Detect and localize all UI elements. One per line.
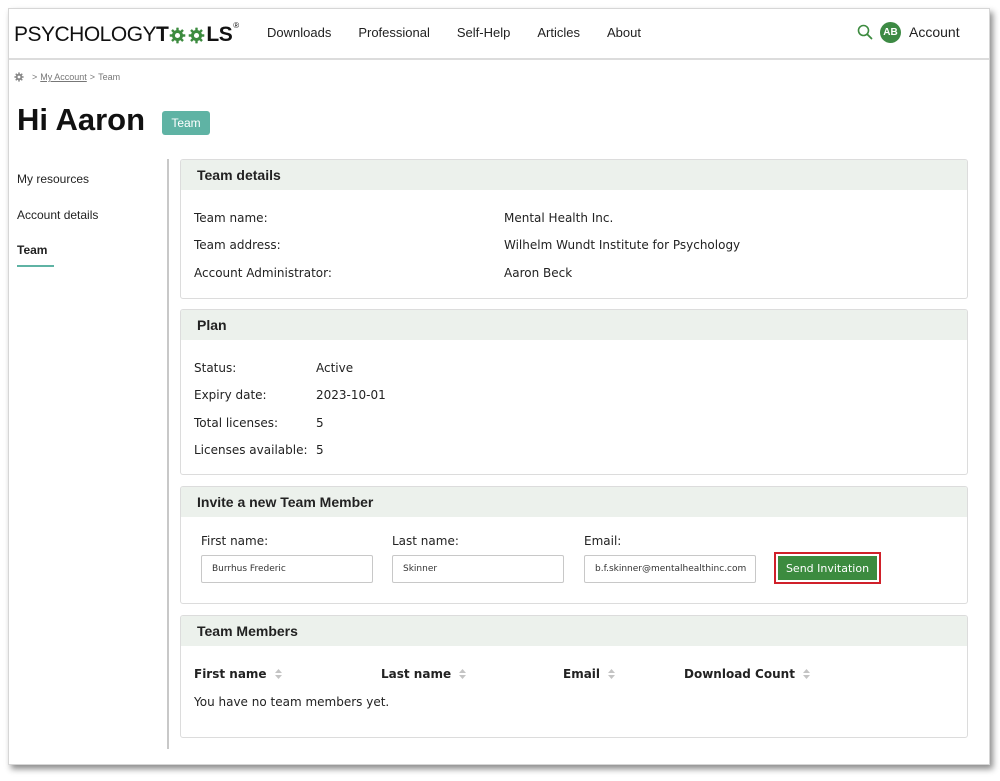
logo-gear-icon: [170, 27, 186, 43]
email-label: Email:: [584, 534, 622, 548]
plan-expiry-label: Expiry date:: [194, 388, 267, 402]
column-header-label: Download Count: [684, 667, 795, 681]
sort-icon[interactable]: [459, 669, 467, 679]
email-input[interactable]: [584, 555, 756, 583]
team-details-heading: Team details: [181, 160, 967, 190]
sidebar-divider: [167, 159, 169, 749]
send-invitation-highlight: Send Invitation: [774, 552, 881, 584]
breadcrumb-current: Team: [98, 72, 121, 82]
send-invitation-button[interactable]: Send Invitation: [778, 556, 877, 580]
main-nav: Downloads Professional Self-Help Article…: [267, 25, 668, 40]
column-header-last-name[interactable]: Last name: [381, 667, 467, 681]
logo-letter-t: T: [156, 23, 169, 46]
team-badge: Team: [162, 111, 210, 135]
browser-frame: PSYCHOLOGY T LS ® Downloads Professional…: [8, 8, 990, 765]
page-title: Hi Aaron: [17, 102, 146, 137]
last-name-label: Last name:: [392, 534, 459, 548]
team-address-label: Team address:: [194, 238, 281, 252]
first-name-label: First name:: [201, 534, 269, 548]
plan-total-licenses-label: Total licenses:: [194, 416, 279, 430]
invite-panel: Invite a new Team Member First name: Las…: [180, 486, 968, 604]
plan-heading: Plan: [181, 310, 967, 340]
team-members-heading: Team Members: [181, 616, 967, 646]
avatar[interactable]: AB: [880, 22, 901, 43]
breadcrumb-my-account[interactable]: My Account: [40, 72, 87, 82]
sidebar-item-account-details[interactable]: Account details: [17, 208, 98, 222]
last-name-input[interactable]: [392, 555, 564, 583]
breadcrumb: > My Account > Team: [14, 72, 120, 82]
plan-expiry-value: 2023-10-01: [316, 388, 386, 402]
active-tab-indicator: [17, 265, 54, 267]
sort-icon[interactable]: [274, 669, 282, 679]
column-header-download-count[interactable]: Download Count: [684, 667, 810, 681]
nav-articles[interactable]: Articles: [537, 25, 580, 40]
first-name-input[interactable]: [201, 555, 373, 583]
sort-icon[interactable]: [802, 669, 810, 679]
plan-panel: Plan Status: Active Expiry date: 2023-10…: [180, 309, 968, 475]
plan-status-value: Active: [316, 361, 354, 375]
plan-total-licenses-value: 5: [316, 416, 324, 430]
logo-letters-ls: LS: [206, 23, 233, 46]
site-header: PSYCHOLOGY T LS ® Downloads Professional…: [9, 9, 989, 60]
breadcrumb-separator: >: [32, 72, 38, 82]
team-name-label: Team name:: [194, 211, 268, 225]
team-address-value: Wilhelm Wundt Institute for Psychology: [504, 238, 741, 252]
team-details-panel: Team details Team name: Mental Health In…: [180, 159, 968, 299]
logo-text-tools: T LS: [156, 23, 233, 47]
plan-status-label: Status:: [194, 361, 237, 375]
sidebar-item-team[interactable]: Team: [17, 243, 47, 257]
logo-text-psychology: PSYCHOLOGY: [14, 23, 157, 46]
site-logo[interactable]: PSYCHOLOGY T LS ®: [14, 21, 239, 47]
invite-heading: Invite a new Team Member: [181, 487, 967, 517]
breadcrumb-separator: >: [89, 72, 96, 82]
team-members-panel: Team Members First name Last name Email …: [180, 615, 968, 738]
nav-downloads[interactable]: Downloads: [267, 25, 331, 40]
plan-licenses-available-label: Licenses available:: [194, 443, 308, 457]
nav-self-help[interactable]: Self-Help: [457, 25, 510, 40]
nav-professional[interactable]: Professional: [358, 25, 430, 40]
logo-registered-mark: ®: [233, 21, 239, 30]
column-header-first-name[interactable]: First name: [194, 667, 282, 681]
nav-about[interactable]: About: [607, 25, 641, 40]
column-header-label: Last name: [381, 667, 452, 681]
team-name-value: Mental Health Inc.: [504, 211, 614, 225]
account-admin-label: Account Administrator:: [194, 266, 332, 280]
account-admin-value: Aaron Beck: [504, 266, 573, 280]
gear-icon[interactable]: [14, 72, 24, 82]
sort-icon[interactable]: [608, 669, 616, 679]
empty-members-message: You have no team members yet.: [194, 695, 390, 709]
column-header-email[interactable]: Email: [563, 667, 616, 681]
sidebar-item-my-resources[interactable]: My resources: [17, 172, 89, 186]
plan-licenses-available-value: 5: [316, 443, 324, 457]
column-header-label: Email: [563, 667, 601, 681]
logo-gear-icon: [189, 27, 205, 43]
account-link[interactable]: Account: [909, 24, 960, 40]
column-header-label: First name: [194, 667, 267, 681]
search-icon[interactable]: [857, 24, 873, 40]
